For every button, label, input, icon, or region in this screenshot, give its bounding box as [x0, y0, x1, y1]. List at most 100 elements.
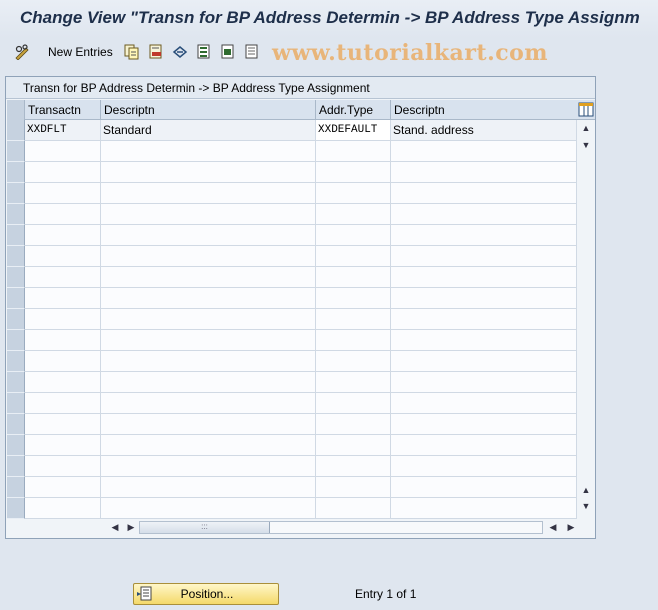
row-selector[interactable]: [7, 162, 25, 183]
empty-cell[interactable]: [316, 309, 391, 330]
table-row[interactable]: [7, 309, 577, 330]
scroll-thumb[interactable]: :::: [140, 522, 270, 533]
empty-cell[interactable]: [316, 435, 391, 456]
row-selector[interactable]: [7, 309, 25, 330]
empty-cell[interactable]: [316, 267, 391, 288]
table-row[interactable]: [7, 477, 577, 498]
empty-cell: [25, 372, 101, 393]
empty-cell: [101, 414, 316, 435]
undo-change-button[interactable]: [172, 43, 188, 61]
column-header-address-type[interactable]: Addr.Type: [316, 100, 391, 120]
row-selector[interactable]: [7, 393, 25, 414]
table-title-bar: Transn for BP Address Determin -> BP Add…: [6, 77, 595, 99]
scroll-track[interactable]: :::: [139, 521, 543, 534]
row-selector[interactable]: [7, 372, 25, 393]
table-settings-button[interactable]: [577, 100, 595, 120]
empty-cell[interactable]: [316, 393, 391, 414]
copy-as-button[interactable]: [124, 43, 140, 61]
row-selector[interactable]: [7, 351, 25, 372]
empty-cell[interactable]: [316, 456, 391, 477]
position-button[interactable]: Position...: [133, 583, 279, 605]
scroll-down-icon[interactable]: ▼: [577, 137, 595, 153]
table-row[interactable]: [7, 351, 577, 372]
new-entries-button[interactable]: New Entries: [44, 43, 113, 61]
table-row[interactable]: [7, 435, 577, 456]
empty-cell[interactable]: [316, 498, 391, 519]
empty-cell[interactable]: [316, 288, 391, 309]
scroll-left-end-icon[interactable]: ◀: [546, 519, 560, 535]
empty-cell: [391, 267, 577, 288]
table-row[interactable]: [7, 414, 577, 435]
column-header-transaction[interactable]: Transactn: [25, 100, 101, 120]
empty-cell[interactable]: [316, 246, 391, 267]
deselect-all-button[interactable]: [244, 43, 260, 61]
table-row[interactable]: [7, 456, 577, 477]
column-header-description[interactable]: Descriptn: [101, 100, 316, 120]
table-row[interactable]: [7, 498, 577, 519]
table-row[interactable]: [7, 162, 577, 183]
empty-cell[interactable]: [316, 141, 391, 162]
page-down-icon[interactable]: ▼: [577, 498, 595, 514]
row-selector[interactable]: [7, 141, 25, 162]
position-button-label: Position...: [180, 587, 234, 601]
table-row[interactable]: [7, 393, 577, 414]
empty-cell: [101, 183, 316, 204]
new-entries-label: New Entries: [48, 45, 113, 59]
row-selector[interactable]: [7, 225, 25, 246]
scroll-left-icon[interactable]: ◀: [108, 519, 122, 535]
table-row[interactable]: [7, 225, 577, 246]
empty-cell[interactable]: [316, 477, 391, 498]
scroll-right-icon[interactable]: ▶: [124, 519, 138, 535]
empty-cell: [101, 393, 316, 414]
empty-cell[interactable]: [316, 414, 391, 435]
empty-cell: [25, 183, 101, 204]
empty-cell[interactable]: [316, 330, 391, 351]
empty-cell: [101, 498, 316, 519]
row-selector[interactable]: [7, 288, 25, 309]
row-selector[interactable]: [7, 183, 25, 204]
select-block-button[interactable]: [220, 43, 236, 61]
row-selector[interactable]: [7, 330, 25, 351]
display-change-button[interactable]: [14, 43, 30, 61]
title-bar: Change View "Transn for BP Address Deter…: [0, 0, 658, 38]
scroll-up-icon[interactable]: ▲: [577, 120, 595, 136]
table-row[interactable]: [7, 204, 577, 225]
select-all-icon: [197, 44, 210, 59]
scroll-right-end-icon[interactable]: ▶: [564, 519, 578, 535]
select-all-rows-cell[interactable]: [7, 100, 25, 120]
row-selector[interactable]: [7, 414, 25, 435]
empty-cell[interactable]: [316, 225, 391, 246]
row-selector[interactable]: [7, 267, 25, 288]
empty-cell: [391, 204, 577, 225]
empty-cell[interactable]: [316, 183, 391, 204]
table-row[interactable]: [7, 183, 577, 204]
table-row[interactable]: XXDFLT Standard XXDEFAULT Stand. address: [7, 120, 577, 141]
row-selector[interactable]: [7, 435, 25, 456]
empty-cell: [391, 288, 577, 309]
page-up-icon[interactable]: ▲: [577, 482, 595, 498]
row-selector[interactable]: [7, 204, 25, 225]
select-all-button[interactable]: [196, 43, 212, 61]
row-selector[interactable]: [7, 456, 25, 477]
column-header-address-description[interactable]: Descriptn: [391, 100, 577, 120]
empty-cell[interactable]: [316, 204, 391, 225]
table-row[interactable]: [7, 288, 577, 309]
cell-address-type-input[interactable]: XXDEFAULT: [316, 120, 391, 141]
vertical-scrollbar[interactable]: ▲ ▼ ▲ ▼: [577, 120, 595, 514]
table-row[interactable]: [7, 372, 577, 393]
row-selector[interactable]: [7, 120, 25, 141]
horizontal-scrollbar[interactable]: ◀ ▶ ::: ◀ ▶: [102, 519, 582, 535]
empty-cell[interactable]: [316, 351, 391, 372]
table-row[interactable]: [7, 141, 577, 162]
empty-cell: [25, 414, 101, 435]
empty-cell[interactable]: [316, 162, 391, 183]
row-selector[interactable]: [7, 477, 25, 498]
row-selector[interactable]: [7, 246, 25, 267]
empty-cell: [25, 309, 101, 330]
delete-button[interactable]: [148, 43, 164, 61]
row-selector[interactable]: [7, 498, 25, 519]
table-row[interactable]: [7, 330, 577, 351]
empty-cell[interactable]: [316, 372, 391, 393]
table-row[interactable]: [7, 246, 577, 267]
table-row[interactable]: [7, 267, 577, 288]
